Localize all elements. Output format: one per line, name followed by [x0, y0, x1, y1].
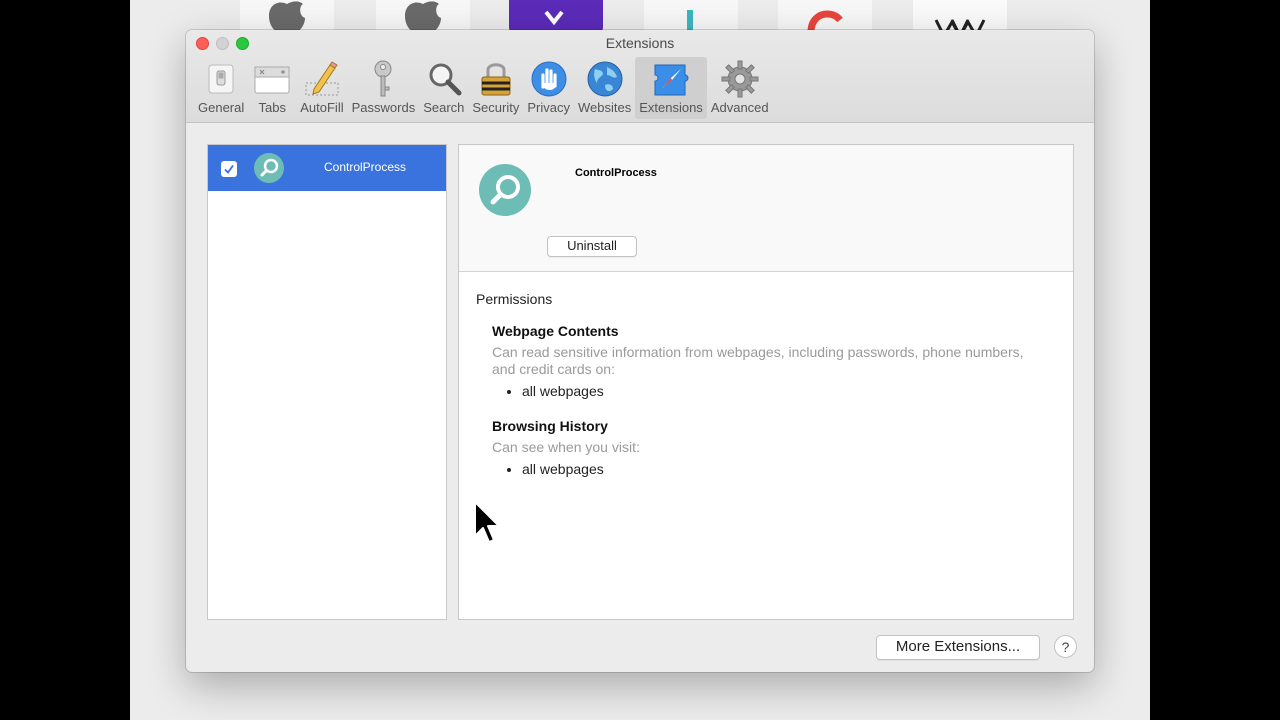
gear-icon — [721, 60, 759, 98]
permission-description: Can read sensitive information from webp… — [492, 344, 1024, 377]
hand-icon — [531, 61, 567, 97]
tab-websites[interactable]: Websites — [574, 57, 635, 119]
permission-title: Webpage Contents — [492, 323, 619, 339]
lock-icon — [481, 63, 511, 96]
extension-name: ControlProcess — [323, 160, 407, 174]
tab-label: Tabs — [258, 100, 286, 115]
extension-detail-pane: ControlProcess Uninstall Permissions Web… — [458, 144, 1074, 620]
extension-enabled-checkbox[interactable] — [221, 161, 237, 177]
uninstall-button[interactable]: Uninstall — [547, 236, 637, 257]
more-extensions-button[interactable]: More Extensions... — [876, 635, 1040, 660]
tab-search[interactable]: Search — [419, 57, 468, 119]
permission-description: Can see when you visit: — [492, 439, 640, 455]
globe-icon — [587, 61, 623, 97]
extension-title: ControlProcess — [575, 167, 657, 179]
tab-advanced[interactable]: Advanced — [707, 57, 773, 119]
tab-security[interactable]: Security — [468, 57, 523, 119]
tab-general[interactable]: General — [194, 57, 248, 119]
favorite-tile-apple[interactable] — [240, 0, 334, 32]
permission-scope-list: all webpages — [492, 461, 1032, 477]
tab-label: Passwords — [351, 100, 416, 115]
extension-magnifier-icon — [254, 153, 284, 183]
favorite-tile-bing[interactable] — [644, 0, 738, 32]
preferences-window: Extensions General Tabs AutoFill Passwor… — [186, 30, 1094, 672]
pencil-icon — [305, 61, 339, 96]
magnifier-icon — [429, 63, 462, 96]
checkmark-icon — [224, 164, 234, 174]
apple-logo-icon — [405, 1, 441, 32]
apple-logo-icon — [269, 1, 305, 32]
permissions-heading: Permissions — [476, 291, 553, 307]
help-button[interactable]: ? — [1054, 635, 1077, 658]
yahoo-logo-icon — [544, 10, 564, 26]
tab-autofill[interactable]: AutoFill — [296, 57, 347, 119]
tab-privacy[interactable]: Privacy — [523, 57, 574, 119]
tab-label: Search — [423, 100, 465, 115]
tab-extensions[interactable]: Extensions — [635, 57, 707, 119]
favorite-tile-google[interactable] — [778, 0, 872, 32]
permission-scope-item: all webpages — [522, 383, 1032, 399]
tab-label: AutoFill — [300, 100, 344, 115]
extension-detail-header: ControlProcess Uninstall — [459, 145, 1073, 272]
permission-scope-list: all webpages — [492, 383, 1032, 399]
tab-label: Advanced — [710, 100, 769, 115]
preferences-toolbar: General Tabs AutoFill Passwords Search S… — [194, 57, 773, 119]
bing-logo-icon — [687, 10, 693, 32]
tab-label: Websites — [577, 100, 632, 115]
tab-passwords[interactable]: Passwords — [348, 57, 420, 119]
tabs-icon — [254, 66, 290, 94]
title-bar: Extensions General Tabs AutoFill Passwor… — [186, 30, 1094, 123]
permission-scope-item: all webpages — [522, 461, 1032, 477]
window-title: Extensions — [605, 35, 675, 51]
switch-icon — [208, 64, 234, 94]
favorite-tile-yahoo[interactable] — [509, 0, 603, 32]
wikipedia-logo-icon — [934, 18, 986, 32]
favorite-tile-apple-2[interactable] — [376, 0, 470, 32]
tab-label: Privacy — [527, 100, 570, 115]
extension-list-item[interactable]: ControlProcess — [208, 145, 446, 191]
extension-magnifier-icon — [479, 164, 531, 216]
tab-label: General — [198, 100, 245, 115]
key-icon — [374, 60, 392, 97]
tab-label: Extensions — [639, 100, 703, 115]
permission-browsing-history: Browsing History Can see when you visit:… — [492, 418, 1032, 477]
tab-tabs[interactable]: Tabs — [248, 57, 296, 119]
extension-list: ControlProcess — [207, 144, 447, 620]
google-logo-icon — [807, 10, 843, 32]
puzzle-compass-icon — [654, 64, 689, 96]
permission-webpage-contents: Webpage Contents Can read sensitive info… — [492, 323, 1032, 399]
permission-title: Browsing History — [492, 418, 608, 434]
favorite-tile-wikipedia[interactable] — [913, 0, 1007, 32]
tab-label: Security — [472, 100, 520, 115]
mouse-pointer-icon — [474, 501, 500, 543]
